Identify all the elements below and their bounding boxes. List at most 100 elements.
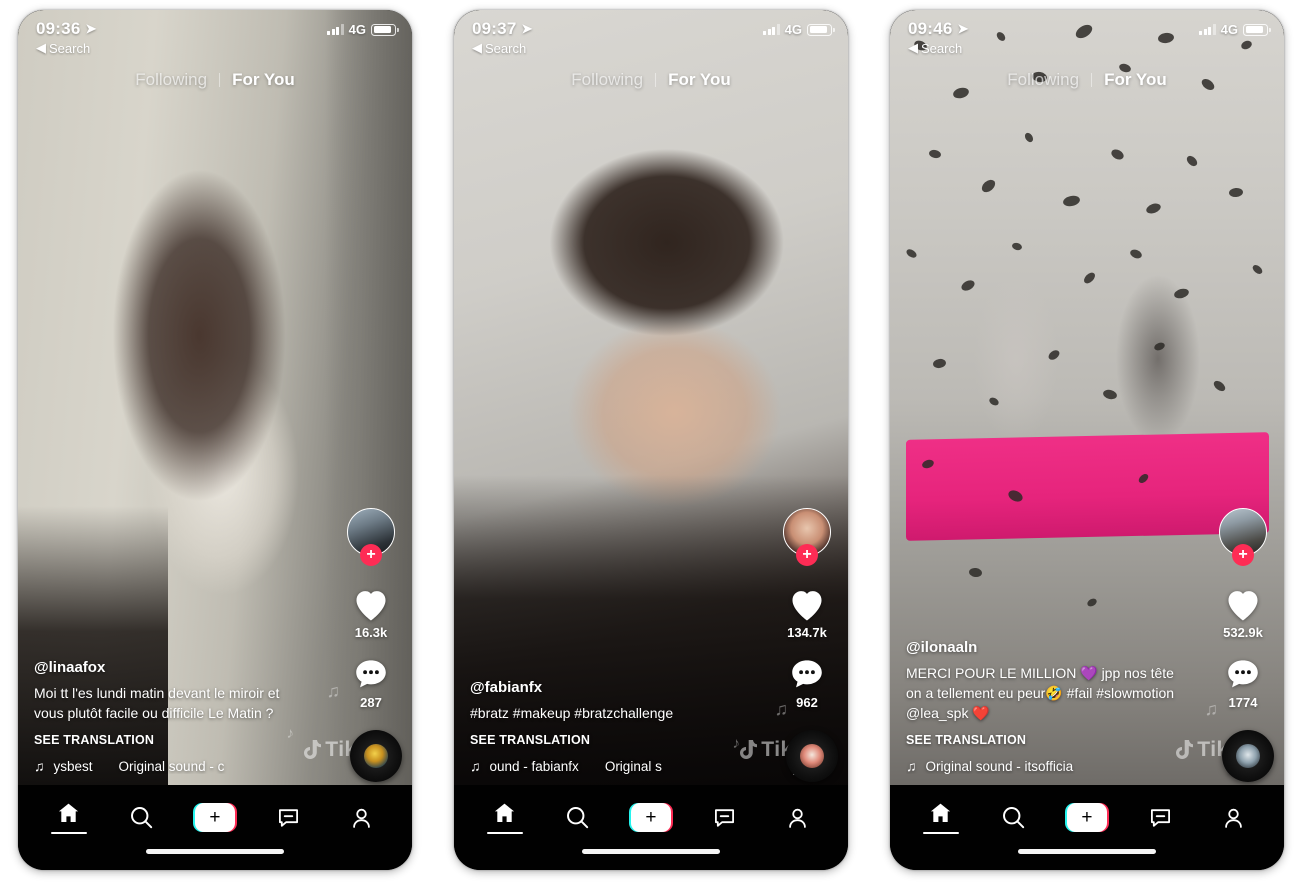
author-handle[interactable]: @ilonaaln — [906, 639, 1188, 656]
sound-row[interactable]: ♫ уsbest Original sound - c — [34, 758, 304, 774]
comment-icon[interactable] — [789, 658, 825, 692]
message-icon[interactable] — [276, 806, 301, 830]
heart-icon[interactable] — [352, 588, 390, 622]
sound-disc-art — [364, 744, 388, 768]
nav-item-create[interactable]: + — [187, 803, 243, 832]
status-time: 09:46 — [908, 19, 953, 38]
sound-disc-2[interactable] — [786, 730, 838, 782]
nav-item-discover[interactable] — [550, 805, 606, 830]
plus-icon[interactable]: + — [194, 803, 235, 832]
nav-item-home[interactable] — [41, 801, 97, 835]
tab-for-you[interactable]: For You — [232, 70, 295, 90]
author-avatar-wrap[interactable]: + — [347, 508, 395, 566]
create-button[interactable]: + — [628, 803, 673, 832]
see-translation-button[interactable]: SEE TRANSLATION — [470, 733, 740, 747]
status-bar-1: 09:36 ➤ ◀ Search 4G — [18, 10, 412, 62]
network-label: 4G — [784, 22, 802, 37]
tiktok-logo-icon — [740, 740, 758, 759]
author-avatar-wrap[interactable]: + — [1219, 508, 1267, 566]
plus-icon[interactable]: + — [1066, 803, 1107, 832]
status-bar-2: 09:37 ➤ ◀ Search 4G — [454, 10, 848, 62]
like-action[interactable]: 532.9k — [1223, 588, 1263, 640]
search-icon[interactable] — [1001, 805, 1026, 830]
nav-item-create[interactable]: + — [1059, 803, 1115, 832]
comment-count: 287 — [360, 695, 382, 710]
nav-item-inbox[interactable] — [1132, 806, 1188, 830]
comment-action[interactable]: 1774 — [1225, 658, 1261, 710]
tab-divider — [1091, 73, 1093, 87]
sound-row[interactable]: ♫ Original sound - itsofficia — [906, 758, 1188, 774]
nav-item-discover[interactable] — [986, 805, 1042, 830]
nav-item-inbox[interactable] — [696, 806, 752, 830]
nav-item-profile[interactable] — [769, 806, 825, 830]
create-button[interactable]: + — [192, 803, 237, 832]
like-action[interactable]: 16.3k — [352, 588, 390, 640]
message-icon[interactable] — [1148, 806, 1173, 830]
tab-following[interactable]: Following — [571, 70, 643, 90]
search-icon[interactable] — [565, 805, 590, 830]
sound-disc-1[interactable] — [350, 730, 402, 782]
back-caret-icon: ◀ — [472, 40, 482, 55]
status-time: 09:36 — [36, 19, 81, 38]
search-icon[interactable] — [129, 805, 154, 830]
heart-icon[interactable] — [1224, 588, 1262, 622]
nav-item-home[interactable] — [477, 801, 533, 835]
author-handle[interactable]: @fabianfx — [470, 679, 740, 696]
battery-icon — [371, 23, 399, 36]
tab-for-you[interactable]: For You — [1104, 70, 1167, 90]
see-translation-button[interactable]: SEE TRANSLATION — [34, 733, 304, 747]
home-icon[interactable] — [56, 801, 81, 825]
back-to-search[interactable]: ◀ Search — [908, 40, 969, 56]
signal-bars-icon — [763, 24, 780, 35]
nav-item-inbox[interactable] — [260, 806, 316, 830]
home-icon[interactable] — [928, 801, 953, 825]
back-to-search[interactable]: ◀ Search — [36, 40, 97, 56]
person-icon[interactable] — [349, 806, 374, 830]
back-label: Search — [921, 40, 963, 56]
phone-3: 09:46 ➤ ◀ Search 4G Following For You ♫ … — [890, 10, 1284, 870]
person-icon[interactable] — [785, 806, 810, 830]
follow-plus-button[interactable]: + — [360, 544, 382, 566]
nav-item-profile[interactable] — [333, 806, 389, 830]
like-count: 532.9k — [1223, 625, 1263, 640]
comment-action[interactable]: 962 — [789, 658, 825, 710]
home-indicator — [582, 849, 720, 854]
follow-plus-button[interactable]: + — [796, 544, 818, 566]
sound-disc-art — [800, 744, 824, 768]
signal-bars-icon — [327, 24, 344, 35]
like-count: 134.7k — [787, 625, 827, 640]
nav-item-profile[interactable] — [1205, 806, 1261, 830]
see-translation-button[interactable]: SEE TRANSLATION — [906, 733, 1188, 747]
tab-following[interactable]: Following — [1007, 70, 1079, 90]
create-button[interactable]: + — [1064, 803, 1109, 832]
author-avatar-wrap[interactable]: + — [783, 508, 831, 566]
follow-plus-button[interactable]: + — [1232, 544, 1254, 566]
back-caret-icon: ◀ — [36, 40, 46, 55]
sound-row[interactable]: ♫ оund - fabianfx Original s — [470, 758, 740, 774]
comment-action[interactable]: 287 — [353, 658, 389, 710]
feed-tabs-1: Following For You — [18, 70, 412, 90]
heart-icon[interactable] — [788, 588, 826, 622]
back-caret-icon: ◀ — [908, 40, 918, 55]
phone-1-screen: 09:36 ➤ ◀ Search 4G Following For You ♫ … — [18, 10, 412, 870]
screenshot-stage: 09:36 ➤ ◀ Search 4G Following For You ♫ … — [0, 0, 1300, 889]
message-icon[interactable] — [712, 806, 737, 830]
comment-icon[interactable] — [1225, 658, 1261, 692]
music-note-icon: ♫ — [906, 758, 917, 774]
home-icon[interactable] — [492, 801, 517, 825]
phone-2-screen: 09:37 ➤ ◀ Search 4G Following For You ♫ … — [454, 10, 848, 870]
person-icon[interactable] — [1221, 806, 1246, 830]
comment-icon[interactable] — [353, 658, 389, 692]
nav-item-discover[interactable] — [114, 805, 170, 830]
tab-for-you[interactable]: For You — [668, 70, 731, 90]
nav-item-create[interactable]: + — [623, 803, 679, 832]
nav-item-home[interactable] — [913, 801, 969, 835]
tab-following[interactable]: Following — [135, 70, 207, 90]
sound-disc-3[interactable] — [1222, 730, 1274, 782]
sound-name-part-1: уsbest — [53, 758, 93, 774]
author-handle[interactable]: @linaafox — [34, 659, 304, 676]
back-to-search[interactable]: ◀ Search — [472, 40, 533, 56]
active-tab-underline — [486, 831, 523, 835]
plus-icon[interactable]: + — [630, 803, 671, 832]
like-action[interactable]: 134.7k — [787, 588, 827, 640]
